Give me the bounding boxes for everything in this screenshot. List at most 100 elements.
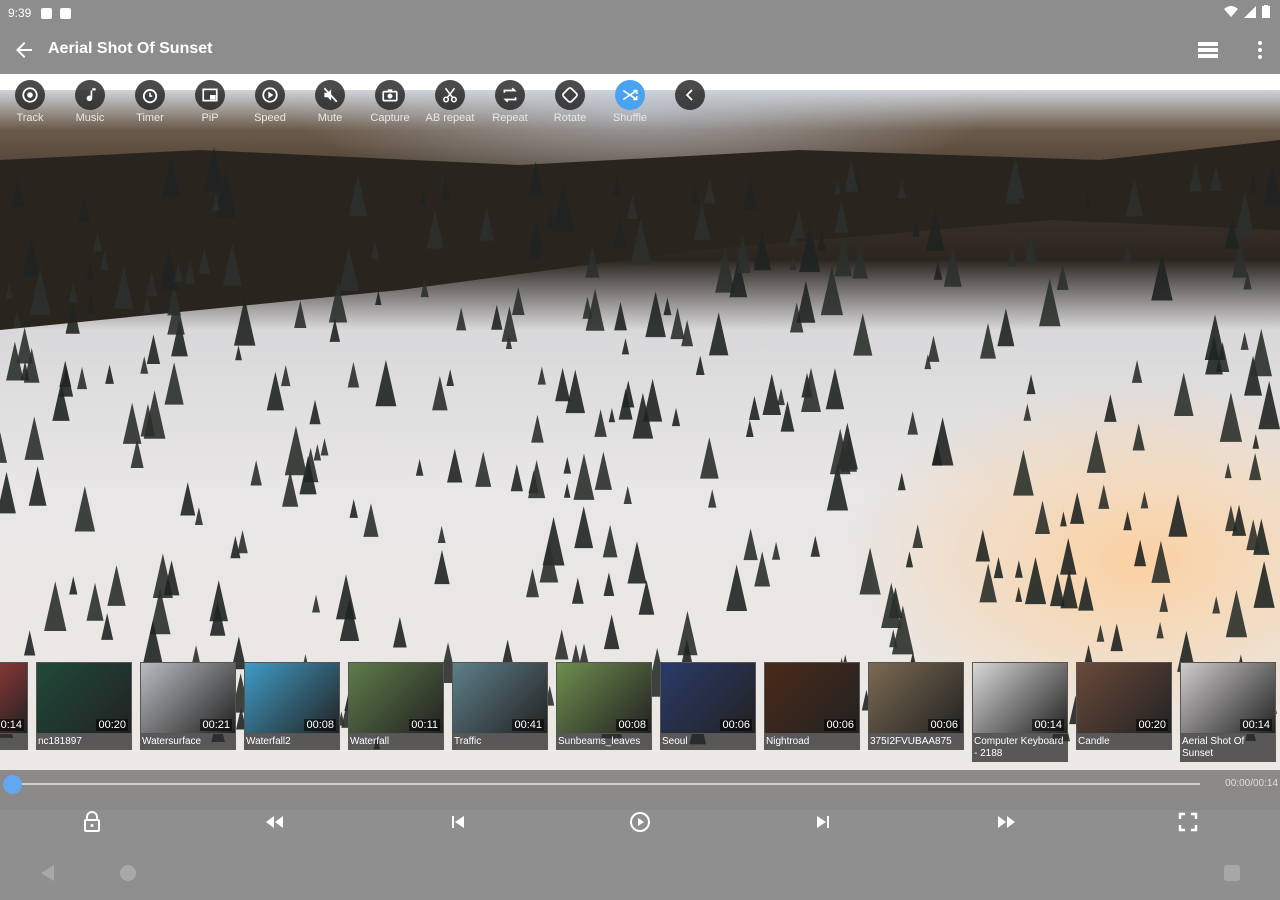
playlist-thumbnail: 00:06 — [660, 662, 756, 734]
status-icons — [1224, 5, 1270, 18]
tree — [623, 485, 632, 505]
skip-next-icon[interactable] — [811, 810, 835, 834]
nav-recents-icon[interactable] — [1222, 863, 1242, 883]
tree — [1249, 452, 1262, 481]
tree — [1078, 576, 1094, 611]
toolbar-music-button[interactable]: Music — [60, 78, 120, 124]
toolbar-mute-button[interactable]: Mute — [300, 78, 360, 124]
tree — [122, 402, 142, 444]
tree — [565, 369, 586, 414]
tree — [614, 301, 627, 331]
playlist-item[interactable]: 00:20 Candle — [1076, 662, 1172, 762]
playlist-item[interactable]: 00:08 Waterfall2 — [244, 662, 340, 762]
tree — [859, 547, 881, 595]
tree — [1253, 560, 1275, 608]
toolbar-label: Speed — [254, 112, 286, 124]
toolbar-pip-button[interactable]: PiP — [180, 78, 240, 124]
track-icon — [15, 80, 45, 110]
tree — [1060, 511, 1067, 527]
fullscreen-icon[interactable] — [1176, 810, 1200, 834]
tree — [375, 290, 382, 306]
toolbar-label: Track — [16, 112, 44, 124]
rewind-icon[interactable] — [263, 810, 287, 834]
nav-home-icon[interactable] — [119, 864, 137, 882]
toolbar-label: Capture — [370, 112, 410, 124]
tree — [363, 503, 379, 537]
playlist-item[interactable]: 00:11 Waterfall — [348, 662, 444, 762]
toolbar-shuffle-button[interactable]: Shuffle — [600, 78, 660, 124]
playlist-item[interactable]: 00:08 Sunbeams_leaves — [556, 662, 652, 762]
tree — [491, 304, 503, 330]
playlist-icon[interactable] — [1196, 38, 1220, 62]
playlist-thumbnail: 00:20 — [36, 662, 132, 734]
tree — [209, 580, 229, 622]
battery-icon — [1262, 5, 1270, 18]
tree — [571, 577, 584, 604]
tree — [320, 438, 329, 456]
tree — [164, 362, 184, 405]
toolbar-collapse-button[interactable] — [660, 78, 720, 110]
playlist-duration: 00:14 — [1240, 719, 1272, 731]
tree — [897, 472, 906, 491]
tree — [28, 466, 47, 506]
fast-forward-icon[interactable] — [994, 810, 1018, 834]
tree — [475, 451, 492, 487]
nav-back-icon[interactable] — [38, 863, 58, 883]
tree — [573, 453, 595, 500]
playlist-item[interactable]: 00:21 Watersurface — [140, 662, 236, 762]
playlist-title: Watersurface — [140, 734, 236, 750]
playlist-item[interactable]: 00:20 nc181897 — [36, 662, 132, 762]
tree — [772, 541, 781, 560]
playlist-duration: 00:08 — [616, 719, 648, 731]
tree — [1034, 500, 1051, 534]
toolbar-timer-button[interactable]: Timer — [120, 78, 180, 124]
playlist-title: Candle — [1076, 734, 1172, 750]
tree — [526, 568, 540, 598]
pip-icon — [195, 80, 225, 110]
tree — [594, 451, 613, 490]
playlist-item[interactable]: 00:06 Seoul — [660, 662, 756, 762]
tree — [810, 535, 821, 557]
tree — [1151, 252, 1173, 301]
seek-bar[interactable] — [12, 783, 1200, 785]
skip-previous-icon[interactable] — [446, 810, 470, 834]
tree — [603, 572, 615, 597]
tree — [1096, 624, 1105, 642]
playlist-thumbnail: 00:20 — [1076, 662, 1172, 734]
tree — [979, 563, 997, 603]
more-options-icon[interactable] — [1254, 38, 1266, 62]
tree — [1123, 511, 1132, 531]
tree — [825, 368, 845, 410]
play-icon[interactable] — [628, 810, 652, 834]
toolbar-rotate-button[interactable]: Rotate — [540, 78, 600, 124]
playlist-duration: 00:20 — [1136, 719, 1168, 731]
tree — [347, 361, 360, 388]
playlist-item[interactable]: 00:41 Traffic — [452, 662, 548, 762]
tree — [645, 291, 666, 338]
mute-icon — [315, 80, 345, 110]
tree — [105, 364, 114, 384]
tree — [44, 581, 67, 631]
playlist-duration: 00:06 — [824, 719, 856, 731]
notification-icon — [41, 7, 53, 19]
tree — [86, 582, 104, 621]
playlist-item[interactable]: 00:06 Nightroad — [764, 662, 860, 762]
toolbar-speed-button[interactable]: Speed — [240, 78, 300, 124]
seek-handle[interactable] — [3, 775, 22, 794]
video-title: Aerial Shot Of Sunset — [48, 40, 213, 57]
playlist-item[interactable]: 00:14 Computer Keyboard - 2188 — [972, 662, 1068, 762]
back-arrow-icon[interactable] — [12, 38, 36, 62]
lock-icon[interactable] — [80, 810, 104, 834]
chevron-left-icon — [675, 80, 705, 110]
toolbar-repeat-button[interactable]: Repeat — [480, 78, 540, 124]
playlist-item[interactable]: 0:14 he8 — [0, 662, 28, 762]
tree — [250, 460, 262, 486]
playlist-item[interactable]: 00:14 Aerial Shot Of Sunset — [1180, 662, 1276, 762]
toolbar-capture-button[interactable]: Capture — [360, 78, 420, 124]
tree — [1060, 569, 1078, 609]
toolbar-track-button[interactable]: Track — [0, 78, 60, 124]
toolbar-label: Rotate — [553, 112, 587, 124]
toolbar-ab-repeat-button[interactable]: AB repeat — [420, 78, 480, 124]
playlist-strip: 0:14he800:20nc18189700:21Watersurface00:… — [0, 662, 1280, 768]
playlist-item[interactable]: 00:06 375I2FVUBAA875 — [868, 662, 964, 762]
